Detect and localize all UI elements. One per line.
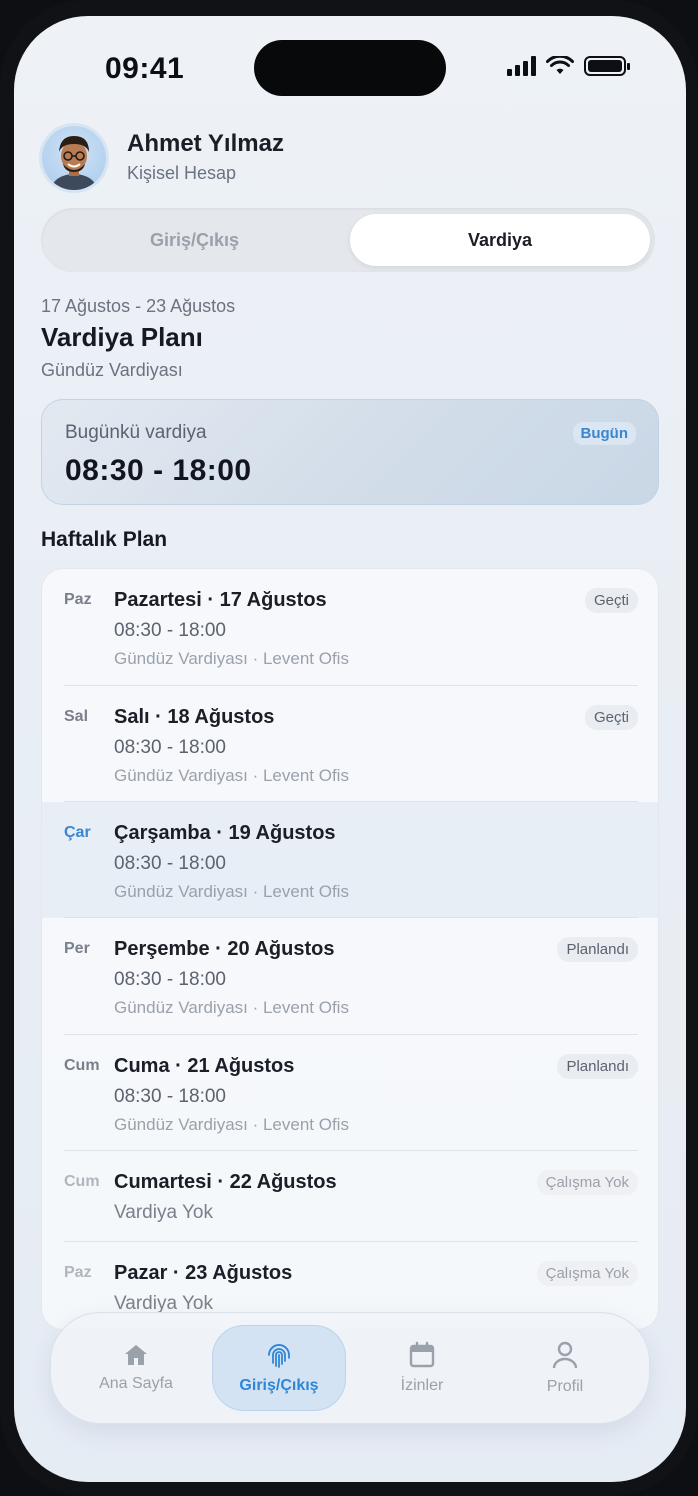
day-title: Pazartesi · 17 Ağustos xyxy=(114,589,327,611)
today-shift-label: Bugünkü vardiya xyxy=(65,422,207,443)
phone-frame: 09:41 Ahmet Yılmaz Kişisel Hesap Giriş/Ç… xyxy=(0,0,698,1496)
weekly-plan-list: Paz Pazartesi · 17 Ağustos 08:30 - 18:00… xyxy=(41,568,659,1330)
shift-hours: 08:30 - 18:00 xyxy=(114,620,226,641)
list-item[interactable]: Paz Pazartesi · 17 Ağustos 08:30 - 18:00… xyxy=(42,569,658,686)
today-shift-card[interactable]: Bugünkü vardiya 08:30 - 18:00 Bugün xyxy=(41,399,659,505)
shift-location: Gündüz Vardiyası · Levent Ofis xyxy=(114,766,349,785)
dynamic-island xyxy=(254,40,446,96)
user-name: Ahmet Yılmaz xyxy=(127,130,284,157)
wifi-icon xyxy=(546,56,574,74)
fingerprint-icon xyxy=(268,1344,290,1368)
tab-giris-cikis-nav[interactable]: Giriş/Çıkış xyxy=(212,1325,346,1411)
day-title: Cuma · 21 Ağustos xyxy=(114,1055,295,1077)
day-title: Çarşamba · 19 Ağustos xyxy=(114,822,336,844)
day-title: Cumartesi · 22 Ağustos xyxy=(114,1171,337,1193)
shift-location: Gündüz Vardiyası · Levent Ofis xyxy=(114,882,349,901)
status-badge: Çalışma Yok xyxy=(536,1170,638,1195)
day-abbr: Cum xyxy=(64,1057,100,1074)
person-icon xyxy=(552,1341,578,1369)
date-range: 17 Ağustos - 23 Ağustos xyxy=(41,296,236,316)
tab-ana-sayfa[interactable]: Ana Sayfa xyxy=(69,1325,203,1411)
list-item-today[interactable]: Çar Çarşamba · 19 Ağustos 08:30 - 18:00 … xyxy=(42,802,658,918)
home-icon xyxy=(125,1345,147,1365)
plan-subtitle: Gündüz Vardiyası xyxy=(41,360,183,380)
list-item[interactable]: Sal Salı · 18 Ağustos 08:30 - 18:00 Günd… xyxy=(42,686,658,802)
day-abbr: Paz xyxy=(64,1264,92,1281)
day-title: Perşembe · 20 Ağustos xyxy=(114,938,335,960)
day-abbr: Sal xyxy=(64,708,89,725)
status-badge: Planlandı xyxy=(557,937,638,962)
today-badge: Bugün xyxy=(572,422,636,445)
status-badge: Geçti xyxy=(584,705,638,730)
tab-giris-cikis[interactable]: Giriş/Çıkış xyxy=(41,208,348,272)
list-item[interactable]: Cum Cumartesi · 22 Ağustos Vardiya Yok Ç… xyxy=(42,1151,658,1242)
day-abbr: Çar xyxy=(64,824,91,841)
shift-hours: 08:30 - 18:00 xyxy=(114,853,226,874)
status-icons xyxy=(507,56,630,76)
tab-label: İzinler xyxy=(400,1377,444,1394)
battery-icon xyxy=(584,56,630,76)
weekly-plan-title: Haftalık Plan xyxy=(41,528,168,551)
calendar-icon xyxy=(409,1341,435,1368)
status-time: 09:41 xyxy=(105,52,185,85)
tab-vardiya[interactable]: Vardiya xyxy=(350,214,650,266)
list-item[interactable]: Per Perşembe · 20 Ağustos 08:30 - 18:00 … xyxy=(42,918,658,1035)
today-shift-time: 08:30 - 18:00 xyxy=(65,454,252,487)
app-screen: 09:41 Ahmet Yılmaz Kişisel Hesap Giriş/Ç… xyxy=(14,16,686,1482)
day-abbr: Per xyxy=(64,940,90,957)
tab-label: Profil xyxy=(546,1378,584,1395)
account-type: Kişisel Hesap xyxy=(127,163,237,183)
tab-label: Ana Sayfa xyxy=(99,1375,173,1392)
tab-label: Giriş/Çıkış xyxy=(239,1377,319,1394)
cellular-signal-icon xyxy=(507,56,536,76)
list-item[interactable]: Cum Cuma · 21 Ağustos 08:30 - 18:00 Günd… xyxy=(42,1035,658,1151)
day-abbr: Paz xyxy=(64,591,92,608)
shift-hours: 08:30 - 18:00 xyxy=(114,737,226,758)
shift-hours: 08:30 - 18:00 xyxy=(114,969,226,990)
shift-location: Gündüz Vardiyası · Levent Ofis xyxy=(114,649,349,668)
shift-location: Gündüz Vardiyası · Levent Ofis xyxy=(114,1115,349,1134)
shift-hours: 08:30 - 18:00 xyxy=(114,1086,226,1107)
tab-profil[interactable]: Profil xyxy=(498,1325,632,1411)
bottom-tab-bar: Ana Sayfa Giriş/Çıkış İzinler Profil xyxy=(50,1312,650,1424)
avatar-portrait-icon xyxy=(52,136,96,190)
day-abbr: Cum xyxy=(64,1173,100,1190)
no-shift-text: Vardiya Yok xyxy=(114,1202,213,1223)
shift-location: Gündüz Vardiyası · Levent Ofis xyxy=(114,998,349,1017)
status-badge: Çalışma Yok xyxy=(536,1261,638,1286)
status-badge: Planlandı xyxy=(557,1054,638,1079)
status-badge: Geçti xyxy=(584,588,638,613)
day-title: Salı · 18 Ağustos xyxy=(114,706,275,728)
page-title: Vardiya Planı xyxy=(41,322,203,352)
avatar[interactable] xyxy=(42,126,106,190)
segmented-control: Giriş/Çıkış Vardiya xyxy=(41,208,655,272)
day-title: Pazar · 23 Ağustos xyxy=(114,1262,293,1284)
tab-izinler[interactable]: İzinler xyxy=(355,1325,489,1411)
